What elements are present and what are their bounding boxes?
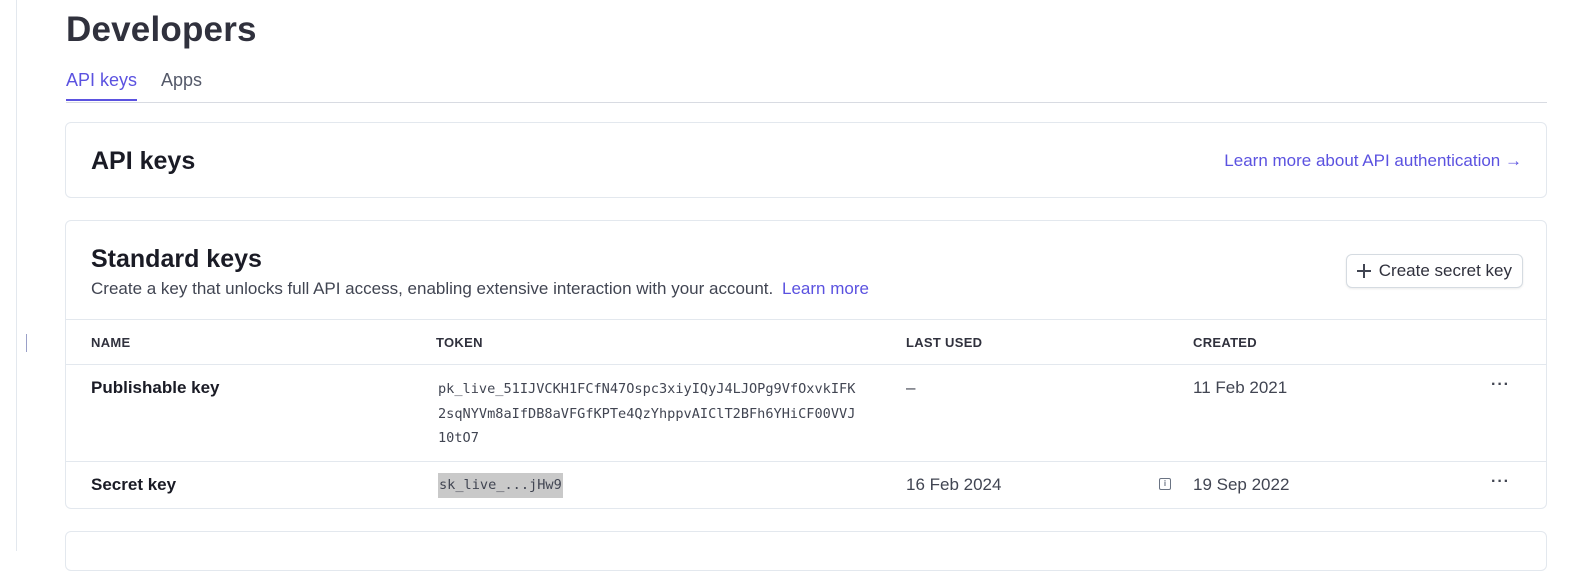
column-header-created: CREATED: [1193, 335, 1257, 350]
key-last-used: –: [906, 378, 916, 397]
table-row: Publishable key pk_live_51IJVCKH1FCfN47O…: [66, 364, 1546, 462]
api-keys-card: API keys Learn more about API authentica…: [65, 122, 1547, 198]
tab-apps[interactable]: Apps: [161, 70, 202, 99]
key-last-used: 16 Feb 2024: [906, 475, 1002, 494]
standard-keys-description: Create a key that unlocks full API acces…: [91, 279, 869, 299]
next-section-card: [65, 531, 1547, 571]
key-token[interactable]: pk_live_51IJVCKH1FCfN47Ospc3xiyIQyJ4LJOP…: [438, 377, 858, 451]
table-row: Secret key sk_live_...jHw9 16 Feb 2024 i…: [66, 462, 1546, 508]
key-name: Publishable key: [91, 378, 220, 397]
more-options-icon[interactable]: ···: [1491, 376, 1510, 394]
info-icon[interactable]: i: [1159, 478, 1171, 490]
left-panel-divider: [16, 0, 17, 551]
column-header-token: TOKEN: [436, 335, 483, 350]
column-header-name: NAME: [91, 335, 131, 350]
column-header-last-used: LAST USED: [906, 335, 983, 350]
plus-icon: [1356, 264, 1371, 278]
description-text: Create a key that unlocks full API acces…: [91, 279, 774, 298]
api-keys-heading: API keys: [91, 147, 196, 175]
tab-bar: API keys Apps: [66, 70, 1547, 103]
create-secret-key-button[interactable]: Create secret key: [1345, 254, 1523, 288]
resize-handle[interactable]: [26, 334, 27, 352]
learn-more-link[interactable]: Learn more: [782, 279, 869, 298]
create-secret-key-label: Create secret key: [1378, 261, 1512, 280]
standard-keys-card: Standard keys Create a key that unlocks …: [65, 220, 1547, 509]
tab-api-keys[interactable]: API keys: [66, 70, 138, 101]
key-token-masked[interactable]: sk_live_...jHw9: [438, 473, 563, 498]
more-options-icon[interactable]: ···: [1491, 473, 1510, 491]
standard-keys-heading: Standard keys: [91, 245, 262, 273]
key-created: 19 Sep 2022: [1193, 475, 1290, 494]
key-created: 11 Feb 2021: [1193, 378, 1288, 397]
key-name: Secret key: [91, 475, 177, 494]
page-title: Developers: [66, 10, 257, 49]
table-header: NAME TOKEN LAST USED CREATED: [66, 319, 1546, 365]
learn-api-auth-link[interactable]: Learn more about API authentication →: [1224, 151, 1522, 171]
